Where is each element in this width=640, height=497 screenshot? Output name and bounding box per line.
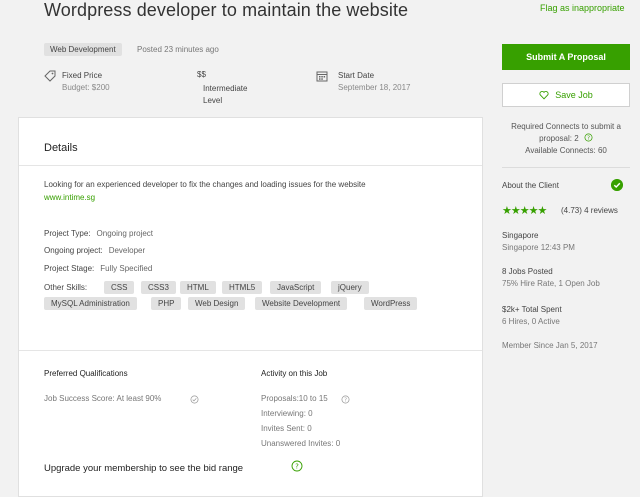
other-skills-label: Other Skills: — [44, 283, 88, 292]
flag-inappropriate-link[interactable]: Flag as inappropriate — [540, 3, 625, 13]
total-spent: $2k+ Total Spent — [502, 305, 562, 314]
budget: Budget: $200 — [62, 83, 110, 92]
job-title: Wordpress developer to maintain the webs… — [44, 0, 409, 20]
field-value: Developer — [108, 246, 146, 255]
skill-tag[interactable]: WordPress — [364, 297, 418, 310]
save-job-label: Save Job — [555, 90, 593, 100]
heart-icon — [539, 91, 549, 100]
field-ongoing-project: Ongoing project: Developer — [44, 246, 145, 255]
skill-tag[interactable]: PHP — [151, 297, 182, 310]
client-country: Singapore — [502, 231, 539, 240]
website-link[interactable]: www.intime.sg — [44, 193, 95, 202]
about-client-heading: About the Client — [502, 181, 559, 190]
preferred-qualifications-heading: Preferred Qualifications — [44, 369, 128, 378]
price-type: Fixed Price — [62, 71, 103, 80]
divider — [19, 350, 482, 351]
check-circle-icon — [190, 395, 199, 404]
start-date: September 18, 2017 — [338, 83, 411, 92]
skill-tag[interactable]: Website Development — [255, 297, 348, 310]
interviewing-count: Interviewing: 0 — [261, 409, 313, 418]
calendar-icon — [316, 71, 328, 82]
job-success-text: Job Success Score: At least 90% — [44, 394, 162, 403]
divider — [502, 167, 630, 168]
field-value: Fully Specified — [100, 264, 153, 273]
posted-time: Posted 23 minutes ago — [137, 45, 219, 54]
connects-required: Required Connects to submit a proposal: … — [511, 122, 621, 143]
experience-level: Intermediate Level — [203, 84, 248, 105]
job-success-requirement: Job Success Score: At least 90% — [44, 394, 161, 403]
svg-text:?: ? — [295, 463, 299, 471]
save-job-button[interactable]: Save Job — [502, 83, 630, 107]
star-icon: ★ — [519, 205, 530, 217]
start-date-label: Start Date — [338, 71, 375, 80]
activity-heading: Activity on this Job — [261, 369, 328, 378]
job-description: Looking for an experienced developer to … — [44, 180, 366, 189]
hires-count: 6 Hires, 0 Active — [502, 317, 560, 326]
field-project-type: Project Type: Ongoing project — [44, 229, 153, 238]
skill-tag[interactable]: CSS3 — [141, 281, 176, 294]
invites-count: Invites Sent: 0 — [261, 424, 312, 433]
jobs-posted: 8 Jobs Posted — [502, 267, 553, 276]
rating-text: (4.73) 4 reviews — [561, 206, 618, 215]
unanswered-invites-count: Unanswered Invites: 0 — [261, 439, 341, 448]
field-label: Project Stage: — [44, 264, 95, 273]
level-dollars: $$ — [197, 70, 206, 79]
star-icon: ★ — [510, 205, 521, 217]
hire-rate: 75% Hire Rate, 1 Open Job — [502, 279, 600, 288]
skill-tag[interactable]: CSS — [104, 281, 135, 294]
connects-available: Available Connects: 60 — [525, 146, 607, 155]
upgrade-membership-text: Upgrade your membership to see the bid r… — [44, 463, 244, 474]
svg-text:?: ? — [344, 397, 347, 403]
proposals-count: Proposals:10 to 15 — [261, 394, 328, 403]
category-tag[interactable]: Web Development — [44, 43, 122, 56]
question-icon[interactable]: ? — [291, 460, 303, 472]
divider — [19, 165, 482, 166]
skill-tag[interactable]: jQuery — [331, 281, 369, 294]
price-tag-icon — [44, 70, 56, 82]
skill-tag[interactable]: JavaScript — [270, 281, 322, 294]
question-icon[interactable]: ? — [584, 133, 593, 142]
skill-tag[interactable]: MySQL Administration — [44, 297, 137, 310]
rating-stars: ★★★★★ — [502, 204, 548, 217]
skill-tag[interactable]: HTML — [180, 281, 216, 294]
member-since: Member Since Jan 5, 2017 — [502, 341, 598, 350]
field-label: Ongoing project: — [44, 246, 103, 255]
client-local-time: Singapore 12:43 PM — [502, 243, 575, 252]
star-icon: ★ — [502, 205, 512, 217]
star-icon: ★ — [528, 205, 539, 217]
connects-info: Required Connects to submit a proposal: … — [502, 121, 630, 157]
skill-tag[interactable]: Web Design — [188, 297, 246, 310]
details-heading: Details — [44, 142, 78, 154]
verified-check-icon — [611, 179, 623, 191]
star-icon: ★ — [537, 205, 548, 217]
field-value: Ongoing project — [96, 229, 154, 238]
question-icon[interactable]: ? — [341, 395, 350, 404]
field-project-stage: Project Stage: Fully Specified — [44, 264, 152, 273]
submit-proposal-button[interactable]: Submit A Proposal — [502, 44, 630, 70]
svg-text:?: ? — [587, 135, 590, 141]
skill-tag[interactable]: HTML5 — [222, 281, 263, 294]
field-label: Project Type: — [44, 229, 91, 238]
